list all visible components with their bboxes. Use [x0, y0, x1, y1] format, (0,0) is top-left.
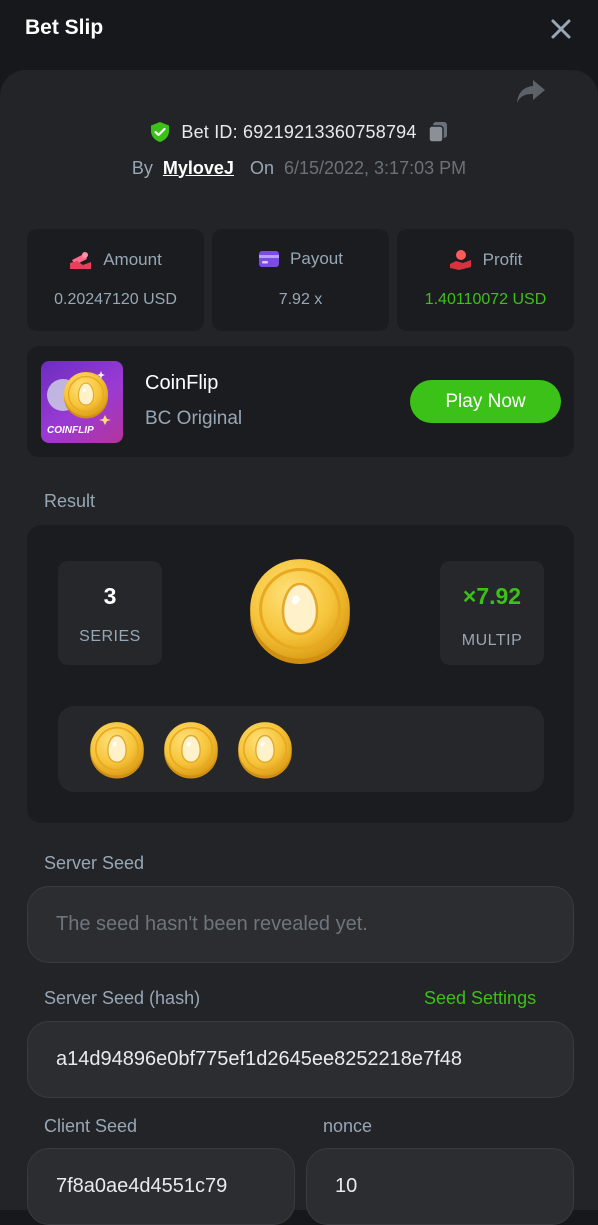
bet-meta-row: By MyloveJ On 6/15/2022, 3:17:03 PM [0, 154, 598, 182]
result-coin-icon [248, 557, 352, 665]
play-now-button[interactable]: Play Now [410, 380, 561, 423]
nonce-label: nonce [323, 1116, 373, 1136]
nonce-field[interactable]: 10 [306, 1148, 574, 1225]
client-seed-field[interactable]: 7f8a0ae4d4551c79 [27, 1148, 295, 1225]
amount-label: Amount [103, 250, 162, 269]
coin-icon [89, 721, 145, 779]
by-label: By [131, 157, 153, 178]
multiplier-value: ×7.92 [462, 583, 522, 609]
username-link[interactable]: MyloveJ [163, 158, 234, 179]
game-thumbnail[interactable]: COINFLIP [41, 361, 123, 443]
card-icon [259, 251, 280, 267]
on-label: On [249, 157, 274, 178]
bet-id: Bet ID: 69219213360758794 [181, 121, 417, 142]
server-seed-label: Server Seed [44, 853, 145, 873]
result-label: Result [44, 491, 96, 511]
payout-card: Payout 7.92 x [212, 229, 389, 331]
series-label: SERIES [79, 628, 141, 645]
nonce-value: 10 [335, 1175, 358, 1197]
client-seed-label: Client Seed [44, 1116, 138, 1136]
multiplier-label: MULTIP [461, 632, 523, 649]
seed-settings-link[interactable]: Seed Settings [424, 988, 536, 1009]
result-panel: 3 SERIES ×7.92 MULTIP [27, 525, 574, 823]
server-seed-field: The seed hasn't been revealed yet. [27, 886, 574, 963]
game-thumb-label: COINFLIP [47, 425, 94, 436]
server-seed-hash-value: a14d94896e0bf775ef1d2645ee8252218e7f48 [56, 1048, 462, 1070]
series-value: 3 [103, 583, 117, 609]
amount-card: Amount 0.20247120 USD [27, 229, 204, 331]
coin-icon [163, 721, 219, 779]
profit-label: Profit [482, 250, 523, 269]
server-seed-hash-label: Server Seed (hash) [44, 988, 201, 1008]
page-title: Bet Slip [25, 16, 104, 39]
bet-id-row: Bet ID: 69219213360758794 [0, 118, 598, 146]
client-seed-value: 7f8a0ae4d4551c79 [56, 1175, 228, 1197]
money-bag-icon [70, 252, 92, 269]
game-card: COINFLIP CoinFlip BC Original Play Now [27, 346, 574, 457]
multiplier-card: ×7.92 MULTIP [440, 561, 544, 665]
coin-history [58, 706, 544, 792]
game-provider: BC Original [145, 408, 243, 429]
copy-icon[interactable] [427, 121, 449, 143]
series-card: 3 SERIES [58, 561, 162, 665]
profit-card: Profit 1.40110072 USD [397, 229, 574, 331]
server-seed-placeholder: The seed hasn't been revealed yet. [56, 913, 368, 935]
server-seed-hash-field[interactable]: a14d94896e0bf775ef1d2645ee8252218e7f48 [27, 1021, 574, 1098]
bet-date: 6/15/2022, 3:17:03 PM [283, 157, 467, 178]
share-icon[interactable] [514, 76, 548, 106]
close-icon[interactable] [546, 14, 576, 44]
coin-icon [237, 721, 293, 779]
amount-value: 0.20247120 USD [54, 291, 177, 308]
shield-check-icon [151, 122, 170, 142]
payout-label: Payout [290, 249, 343, 268]
header: Bet Slip [0, 0, 598, 62]
payout-value: 7.92 x [278, 291, 323, 308]
hand-coin-icon [449, 250, 471, 270]
profit-value: 1.40110072 USD [424, 291, 547, 308]
game-name: CoinFlip [145, 372, 219, 394]
